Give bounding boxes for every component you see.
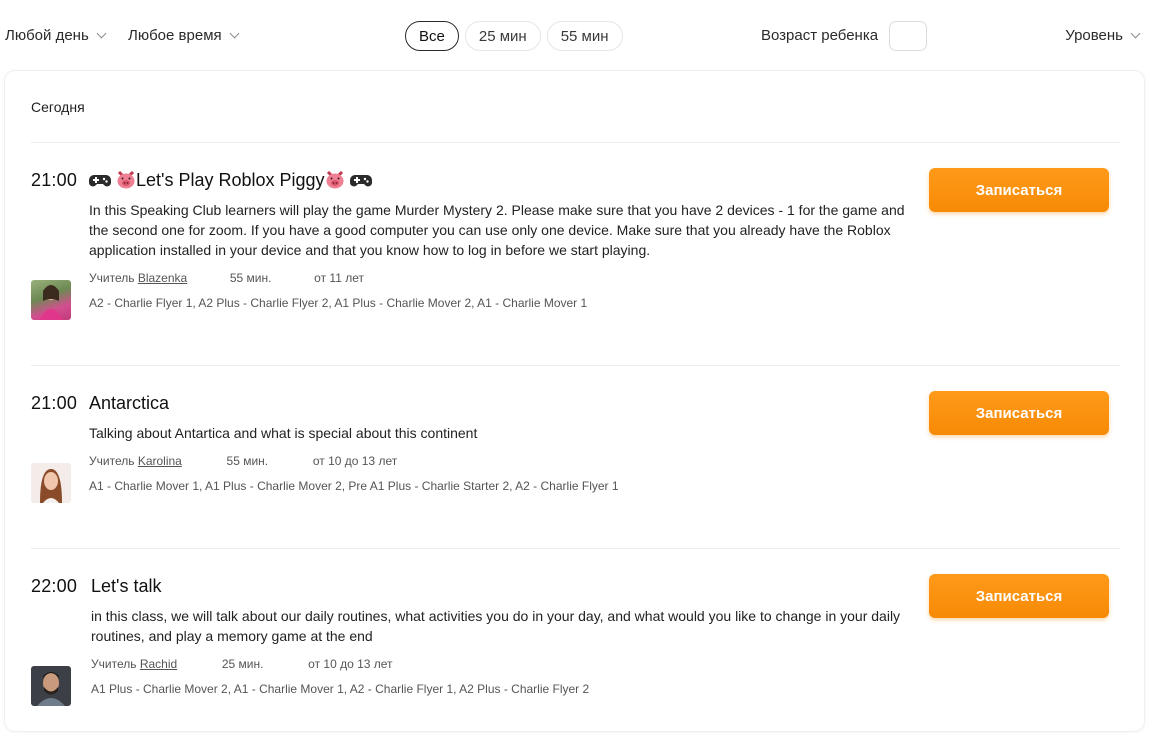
duration-pill-55[interactable]: 55 мин: [546, 21, 623, 51]
child-age-label: Возраст ребенка: [761, 27, 879, 44]
chevron-down-icon: [229, 28, 240, 39]
lesson-description: in this class, we will talk about our da…: [91, 608, 901, 644]
lesson-age: от 11 лет: [314, 271, 364, 285]
pig-icon: [116, 170, 136, 194]
duration-pill-all[interactable]: Все: [405, 21, 459, 51]
teacher-prefix: Учитель: [89, 454, 135, 468]
lesson-item: 22:00 Let's talk in this class, we will …: [31, 574, 1120, 714]
divider: [31, 548, 1120, 549]
time-filter-dropdown[interactable]: Любое время: [128, 27, 240, 44]
teacher-avatar: [31, 666, 71, 706]
lesson-time: 21:00: [31, 170, 78, 190]
day-filter-dropdown[interactable]: Любой день: [5, 27, 107, 44]
lesson-meta: Учитель Blazenka 55 мин. от 11 лет: [89, 271, 364, 285]
divider: [31, 365, 1120, 366]
lesson-title-row: Let's Play Roblox Piggy: [89, 170, 372, 194]
lesson-title: Let's talk: [91, 576, 162, 596]
lesson-title: Let's Play Roblox Piggy: [136, 170, 325, 190]
filter-bar: Любой день Любое время Все 25 мин 55 мин…: [0, 0, 1151, 72]
lesson-time: 21:00: [31, 393, 78, 413]
lesson-levels: A2 - Charlie Flyer 1, A2 Plus - Charlie …: [89, 296, 588, 310]
pig-icon: [325, 170, 345, 194]
lesson-title: Antarctica: [89, 393, 170, 413]
teacher-link[interactable]: Rachid: [140, 657, 177, 671]
lesson-meta: Учитель Rachid 25 мин. от 10 до 13 лет: [91, 657, 393, 671]
teacher-link[interactable]: Karolina: [138, 454, 182, 468]
enroll-button[interactable]: Записаться: [929, 574, 1109, 618]
time-filter-label: Любое время: [128, 27, 222, 44]
lesson-age: от 10 до 13 лет: [308, 657, 393, 671]
lesson-duration: 55 мин.: [229, 271, 272, 285]
chevron-down-icon: [96, 28, 107, 39]
lesson-duration: 55 мин.: [226, 454, 269, 468]
teacher-prefix: Учитель: [89, 271, 135, 285]
enroll-button[interactable]: Записаться: [929, 391, 1109, 435]
gamepad-icon: [89, 173, 111, 194]
lesson-description: Talking about Antartica and what is spec…: [89, 425, 478, 441]
lesson-meta: Учитель Karolina 55 мин. от 10 до 13 лет: [89, 454, 397, 468]
day-filter-label: Любой день: [5, 27, 89, 44]
lesson-item: 21:00 Let's Play Roblox Piggy In this Sp…: [31, 168, 1120, 338]
divider: [31, 142, 1120, 143]
teacher-avatar: [31, 280, 71, 320]
level-filter-dropdown[interactable]: Уровень: [1065, 27, 1141, 44]
lesson-age: от 10 до 13 лет: [312, 454, 398, 468]
teacher-link[interactable]: Blazenka: [138, 271, 187, 285]
level-filter-label: Уровень: [1065, 27, 1123, 44]
lesson-time: 22:00: [31, 576, 78, 596]
gamepad-icon: [349, 173, 372, 194]
enroll-button[interactable]: Записаться: [929, 168, 1109, 212]
lesson-item: 21:00 Antarctica Talking about Antartica…: [31, 391, 1120, 521]
chevron-down-icon: [1130, 28, 1141, 39]
lesson-duration: 25 мин.: [221, 657, 264, 671]
lesson-description: In this Speaking Club learners will play…: [89, 202, 905, 258]
lesson-levels: A1 Plus - Charlie Mover 2, A1 - Charlie …: [91, 682, 590, 696]
duration-filter: Все 25 мин 55 мин: [405, 21, 623, 51]
duration-pill-25[interactable]: 25 мин: [464, 21, 541, 51]
lesson-levels: A1 - Charlie Mover 1, A1 Plus - Charlie …: [89, 479, 619, 493]
teacher-prefix: Учитель: [91, 657, 137, 671]
day-title: Сегодня: [31, 99, 85, 115]
teacher-avatar: [31, 463, 71, 503]
child-age-input[interactable]: [889, 21, 927, 51]
